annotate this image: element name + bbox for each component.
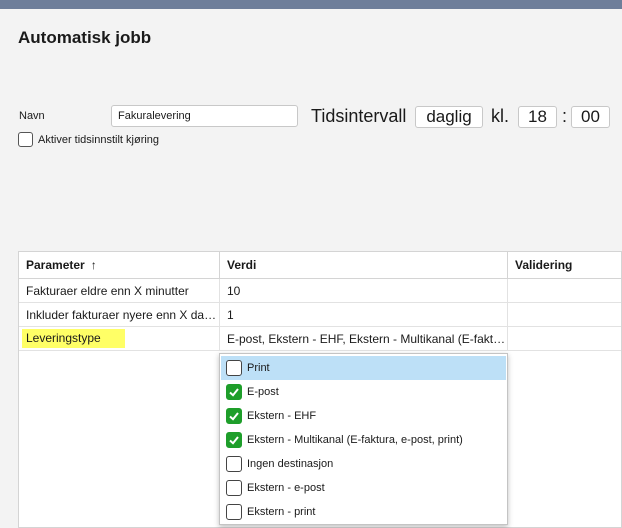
checkbox-checked-icon[interactable] bbox=[226, 408, 242, 424]
enable-schedule-row[interactable]: Aktiver tidsinnstilt kjøring bbox=[18, 132, 159, 147]
page-title: Automatisk jobb bbox=[18, 28, 152, 47]
minute-input[interactable]: 00 bbox=[571, 106, 610, 128]
table-row[interactable]: Inkluder fakturaer nyere enn X dager 1 bbox=[19, 303, 621, 327]
interval-select[interactable]: daglig bbox=[415, 106, 483, 128]
checkbox-checked-icon[interactable] bbox=[226, 384, 242, 400]
enable-schedule-checkbox[interactable] bbox=[18, 132, 33, 147]
checkbox-unchecked-icon[interactable] bbox=[226, 480, 242, 496]
column-header-parameter[interactable]: Parameter ↑ bbox=[19, 252, 220, 278]
name-label: Navn bbox=[19, 110, 45, 122]
time-separator: : bbox=[562, 106, 568, 126]
row-parameter-highlighted: Leveringstype bbox=[22, 329, 125, 348]
dropdown-option-print[interactable]: Print bbox=[221, 356, 506, 380]
checkbox-checked-icon[interactable] bbox=[226, 432, 242, 448]
sort-ascending-icon: ↑ bbox=[90, 258, 97, 272]
row-value: E-post, Ekstern - EHF, Ekstern - Multika… bbox=[227, 331, 507, 346]
row-parameter: Inkluder fakturaer nyere enn X dager bbox=[26, 307, 219, 322]
dropdown-option-external-multichannel[interactable]: Ekstern - Multikanal (E-faktura, e-post,… bbox=[221, 428, 506, 452]
dropdown-option-external-ehf[interactable]: Ekstern - EHF bbox=[221, 404, 506, 428]
checkbox-unchecked-icon[interactable] bbox=[226, 504, 242, 520]
time-label: kl. bbox=[491, 106, 509, 126]
column-header-validation[interactable]: Validering bbox=[508, 252, 621, 278]
checkbox-unchecked-icon[interactable] bbox=[226, 456, 242, 472]
interval-label: Tidsintervall bbox=[311, 106, 407, 126]
checkbox-unchecked-icon[interactable] bbox=[226, 360, 242, 376]
dropdown-option-no-destination[interactable]: Ingen destinasjon bbox=[221, 452, 506, 476]
enable-schedule-label: Aktiver tidsinnstilt kjøring bbox=[38, 133, 160, 146]
table-row[interactable]: Fakturaer eldre enn X minutter 10 bbox=[19, 279, 621, 303]
window-top-bar bbox=[0, 0, 622, 9]
delivery-type-dropdown[interactable]: Print E-post Ekstern - EHF Ekstern - Mul… bbox=[219, 353, 508, 525]
dropdown-option-email[interactable]: E-post bbox=[221, 380, 506, 404]
dropdown-option-external-email[interactable]: Ekstern - e-post bbox=[221, 476, 506, 500]
name-input[interactable] bbox=[111, 105, 298, 127]
column-header-value[interactable]: Verdi bbox=[220, 252, 508, 278]
dropdown-option-external-print[interactable]: Ekstern - print bbox=[221, 500, 506, 524]
row-parameter: Fakturaer eldre enn X minutter bbox=[26, 283, 189, 298]
hour-input[interactable]: 18 bbox=[518, 106, 557, 128]
table-header: Parameter ↑ Verdi Validering bbox=[19, 252, 621, 279]
row-value: 1 bbox=[227, 307, 234, 322]
row-value: 10 bbox=[227, 283, 241, 298]
table-row[interactable]: Leveringstype E-post, Ekstern - EHF, Eks… bbox=[19, 327, 621, 351]
